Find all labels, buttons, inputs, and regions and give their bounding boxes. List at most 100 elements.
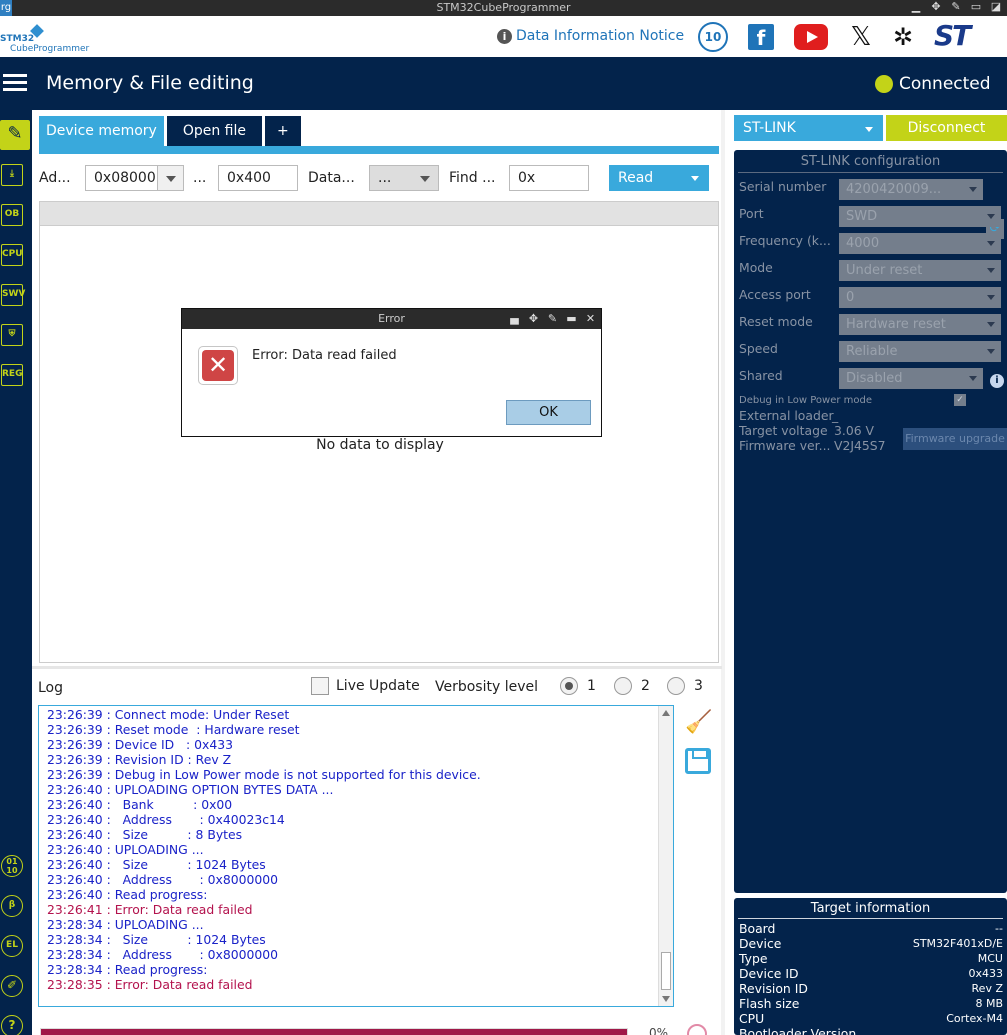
- save-log-icon[interactable]: [685, 748, 711, 774]
- restore-icon[interactable]: ◪: [989, 0, 1003, 14]
- window-left-tag: rg: [0, 0, 12, 16]
- verbosity-radio-2[interactable]: 2: [614, 677, 650, 695]
- debug-low-power-checkbox[interactable]: ✓: [954, 394, 966, 406]
- log-line: 23:26:40 : UPLOADING OPTION BYTES DATA .…: [47, 782, 334, 797]
- dialog-controls: ▄ ✥ ✎ ▬ ✕: [507, 311, 598, 326]
- network-share-icon[interactable]: ✲: [888, 22, 918, 52]
- debug-low-power-label: Debug in Low Power mode: [739, 395, 873, 406]
- disconnect-button[interactable]: Disconnect: [886, 115, 1007, 141]
- log-line: 23:26:40 : Size : 1024 Bytes: [47, 857, 266, 872]
- read-button[interactable]: Read: [609, 165, 709, 191]
- cancel-progress-icon[interactable]: [687, 1024, 707, 1035]
- access-port-select[interactable]: 0: [839, 287, 1001, 308]
- frequency-select[interactable]: 4000: [839, 233, 1001, 254]
- sidebar-item-elf[interactable]: EL: [1, 935, 23, 957]
- data-information-notice-link[interactable]: i Data Information Notice: [497, 28, 684, 44]
- window-title: STM32CubeProgrammer: [436, 1, 571, 14]
- target-info-row-flash-size: Flash size 8 MB: [739, 996, 1003, 1011]
- error-icon: ✕: [198, 346, 238, 385]
- speed-select[interactable]: Reliable: [839, 341, 1001, 362]
- move-icon[interactable]: ✥: [929, 0, 943, 14]
- radio-icon[interactable]: [614, 677, 632, 695]
- scroll-thumb[interactable]: [661, 952, 671, 990]
- find-input[interactable]: 0x: [509, 165, 589, 191]
- sidebar-item-beta[interactable]: β: [1, 895, 23, 917]
- reset-mode-select[interactable]: Hardware reset: [839, 314, 1001, 335]
- minimize-icon[interactable]: ▄: [507, 311, 522, 326]
- tab-device-memory[interactable]: Device memory: [39, 116, 164, 146]
- size-input[interactable]: 0x400: [218, 165, 298, 191]
- clear-log-broom-icon[interactable]: 🧹: [685, 710, 712, 736]
- address-combo[interactable]: 0x08000: [85, 165, 184, 191]
- log-scrollbar[interactable]: [658, 706, 673, 1006]
- main-scrollbar[interactable]: [721, 110, 725, 1035]
- serial-number-select[interactable]: 4200420009...: [839, 179, 983, 200]
- maximize-icon[interactable]: ▭: [969, 0, 983, 14]
- firmware-upgrade-button[interactable]: Firmware upgrade: [903, 428, 1007, 450]
- sidebar-item-swv[interactable]: SWV: [1, 284, 25, 306]
- tab-bar: Device memory Open file +: [39, 116, 301, 146]
- st-logo[interactable]: ST: [934, 22, 998, 50]
- cpu-label: CPU: [739, 1011, 765, 1026]
- verbosity-radio-3[interactable]: 3: [667, 677, 703, 695]
- menu-icon[interactable]: [3, 74, 27, 92]
- sidebar-item-binary[interactable]: 01 10: [1, 855, 23, 877]
- pin-icon[interactable]: ✎: [545, 311, 560, 326]
- sidebar-item-tools[interactable]: ✐: [1, 975, 23, 997]
- log-line: 23:28:35 : Error: Data read failed: [47, 977, 253, 992]
- tab-open-file[interactable]: Open file: [166, 116, 262, 146]
- progress-bar: [40, 1028, 628, 1035]
- data-width-combo[interactable]: ...: [369, 165, 439, 191]
- radio-icon[interactable]: [667, 677, 685, 695]
- scroll-up-icon[interactable]: [662, 710, 670, 716]
- mode-select[interactable]: Under reset: [839, 260, 1001, 281]
- log-line: 23:26:40 : Address : 0x40023c14: [47, 812, 285, 827]
- sidebar-item-option-bytes[interactable]: OB: [1, 204, 23, 226]
- log-line: 23:26:39 : Reset mode : Hardware reset: [47, 722, 300, 737]
- port-select[interactable]: SWD: [839, 206, 1001, 227]
- sidebar-item-registers[interactable]: REG: [1, 364, 23, 386]
- sidebar-item-memory-editing[interactable]: ✎: [0, 120, 30, 150]
- chevron-down-icon[interactable]: [412, 166, 438, 190]
- verbosity-label: Verbosity level: [435, 679, 539, 695]
- log-console[interactable]: 23:26:39 : Connect mode: Under Reset 23:2…: [38, 705, 674, 1007]
- minimize-icon[interactable]: ▁: [909, 0, 923, 14]
- address-value: 0x08000: [94, 170, 156, 186]
- youtube-icon[interactable]: [794, 24, 828, 50]
- maximize-icon[interactable]: ▬: [564, 311, 579, 326]
- chevron-down-icon[interactable]: [157, 166, 183, 190]
- sidebar-item-help[interactable]: ?: [1, 1015, 23, 1035]
- anniversary-badge-icon[interactable]: 10: [698, 22, 728, 52]
- facebook-icon[interactable]: f: [748, 24, 774, 50]
- main-panel: Device memory Open file + Ad... 0x08000 …: [32, 110, 725, 1035]
- target-info-title: Target information: [734, 901, 1007, 919]
- info-icon[interactable]: i: [990, 374, 1004, 388]
- scroll-down-icon[interactable]: [662, 996, 670, 1002]
- live-update-checkbox[interactable]: Live Update: [311, 677, 420, 695]
- move-icon[interactable]: ✥: [526, 311, 541, 326]
- connection-status-icon: [875, 75, 893, 93]
- verbosity-option-3: 3: [694, 678, 703, 694]
- shared-select[interactable]: Disabled: [839, 368, 983, 389]
- close-icon[interactable]: ✕: [583, 311, 598, 326]
- logo-line2: CubeProgrammer: [10, 44, 90, 54]
- config-title: ST-LINK configuration: [734, 154, 1007, 173]
- sidebar-item-cpu[interactable]: CPU: [1, 244, 23, 266]
- board-value: --: [995, 922, 1003, 935]
- checkbox-icon[interactable]: [311, 677, 329, 695]
- probe-select[interactable]: ST-LINK: [734, 115, 883, 141]
- shared-label: Shared: [739, 368, 783, 383]
- verbosity-radio-1[interactable]: 1: [560, 677, 596, 695]
- sidebar-item-download[interactable]: ⤓: [1, 164, 23, 186]
- sidebar-item-security[interactable]: ⛨: [1, 324, 23, 346]
- target-voltage-value: 3.06 V: [834, 423, 875, 438]
- external-loader-label: External loader: [739, 408, 834, 423]
- x-twitter-icon[interactable]: 𝕏: [846, 22, 876, 52]
- log-title: Log: [38, 680, 64, 696]
- tab-add[interactable]: +: [265, 116, 301, 146]
- pin-icon[interactable]: ✎: [949, 0, 963, 14]
- ok-button[interactable]: OK: [506, 400, 591, 425]
- revision-id-value: Rev Z: [971, 982, 1003, 995]
- radio-selected-icon[interactable]: [560, 677, 578, 695]
- find-label: Find ...: [449, 170, 496, 186]
